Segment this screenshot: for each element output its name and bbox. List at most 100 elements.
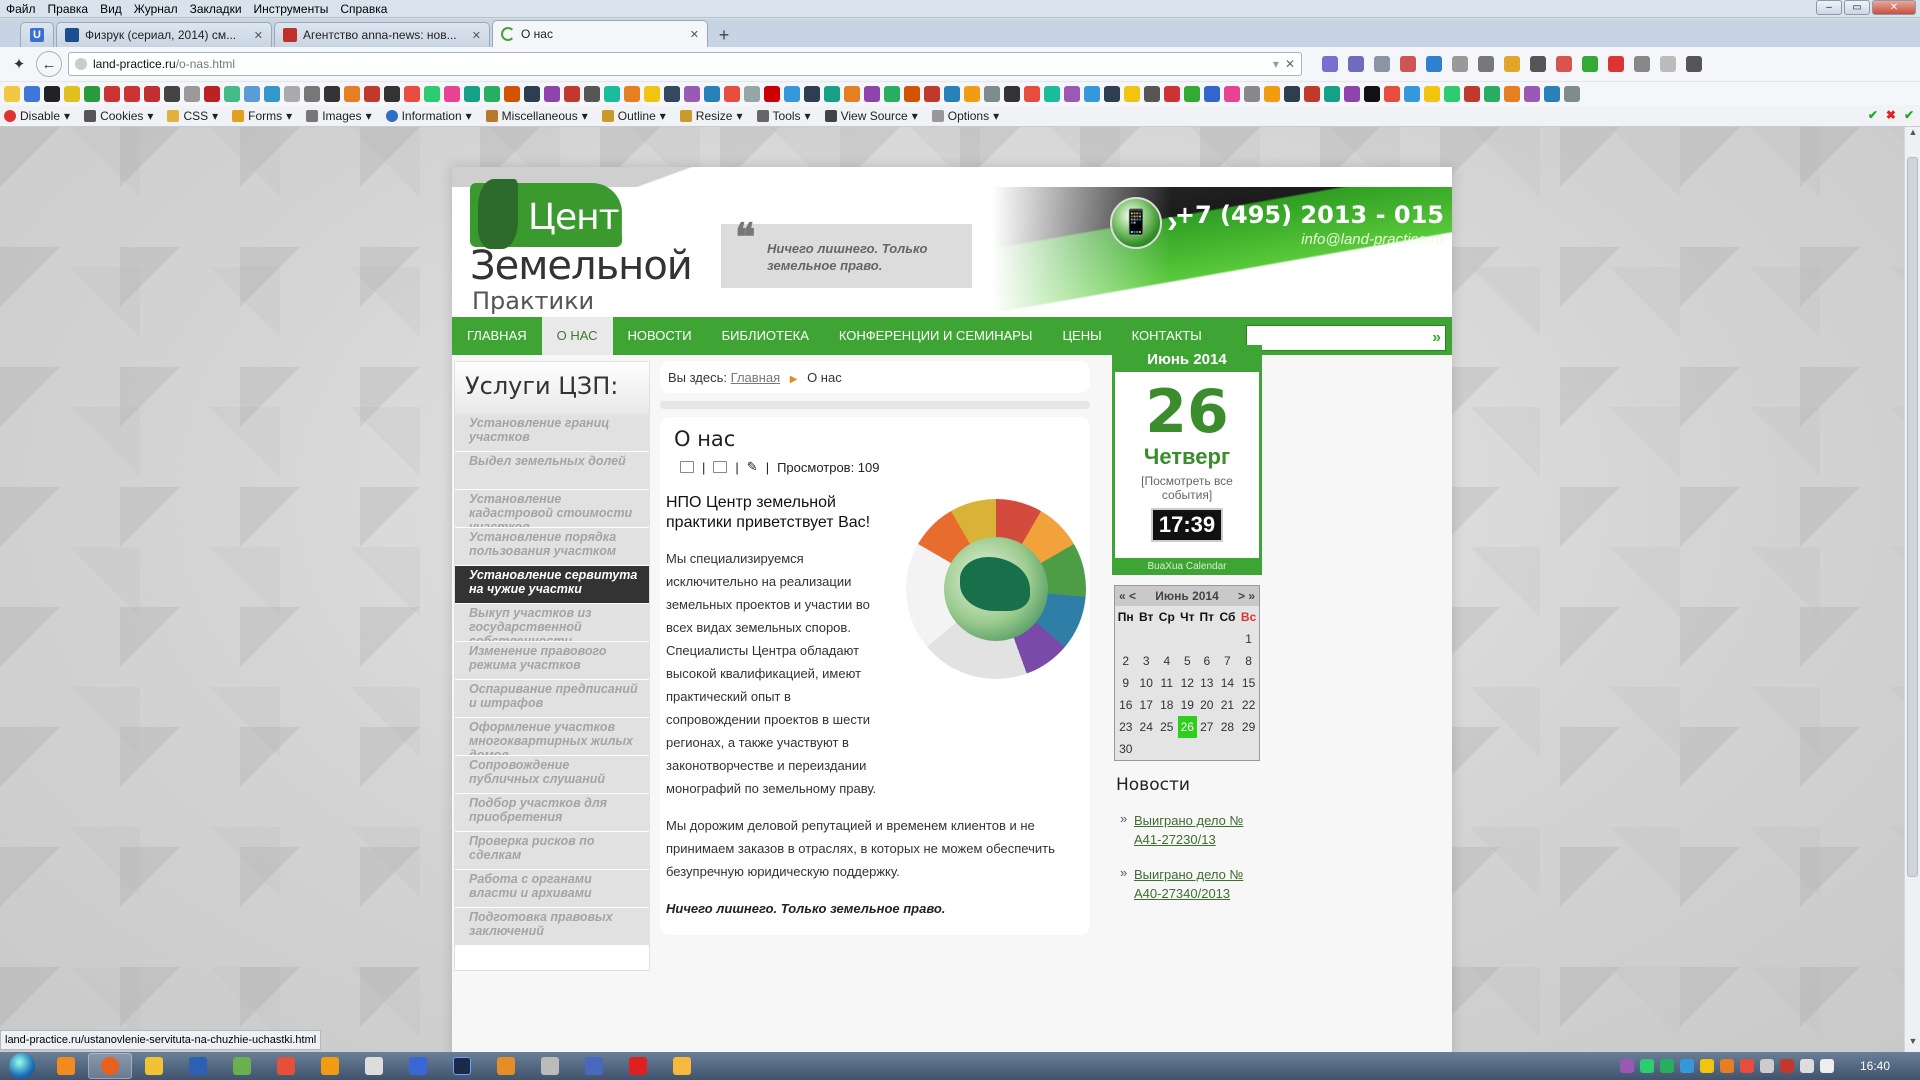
bookmark-icon[interactable] — [1464, 85, 1480, 102]
devbar-information[interactable]: Information ▾ — [385, 109, 472, 123]
menu-edit[interactable]: Правка — [42, 2, 95, 16]
service-link[interactable]: Установление порядка пользования участко… — [455, 528, 649, 566]
prev-month-button[interactable]: « < — [1119, 589, 1136, 603]
site-search-input[interactable]: » — [1246, 325, 1446, 351]
devbar-view-source[interactable]: View Source ▾ — [824, 109, 918, 123]
bookmark-icon[interactable] — [444, 85, 460, 102]
tray-icon[interactable] — [1719, 1059, 1734, 1073]
badge-icon[interactable] — [1556, 56, 1572, 72]
calendar-day[interactable]: 16 — [1115, 694, 1136, 716]
bookmark-icon[interactable] — [204, 85, 220, 102]
bookmark-icon[interactable] — [924, 85, 940, 102]
bookmark-icon[interactable] — [1084, 85, 1100, 102]
news-link[interactable]: Выиграно дело № А41-27230/13 — [1134, 813, 1243, 847]
bookmark-icon[interactable] — [304, 85, 320, 102]
bookmark-icon[interactable] — [604, 85, 620, 102]
bookmark-icon[interactable] — [984, 85, 1000, 102]
overflow-icon[interactable] — [1660, 56, 1676, 72]
volume-icon[interactable] — [1819, 1059, 1834, 1073]
pinned-tab[interactable]: U — [20, 22, 54, 47]
tray-icon[interactable] — [1639, 1059, 1654, 1073]
news-link[interactable]: Выиграно дело № А40-27340/2013 — [1134, 867, 1243, 901]
service-link[interactable]: Установление кадастровой стоимости участ… — [455, 490, 649, 528]
bookmark-icon[interactable] — [1544, 85, 1560, 102]
tray-icon[interactable] — [1659, 1059, 1674, 1073]
tray-icon[interactable] — [1699, 1059, 1714, 1073]
taskbar-app[interactable] — [660, 1053, 704, 1079]
bookmark-icon[interactable] — [1524, 85, 1540, 102]
site-logo[interactable]: Центр Земельной Практики — [470, 179, 693, 317]
service-link[interactable]: Изменение правового режима участков — [455, 642, 649, 680]
calendar-day[interactable]: 21 — [1217, 694, 1239, 716]
close-tab-icon[interactable]: ✕ — [254, 29, 263, 42]
bookmark-icon[interactable] — [724, 85, 740, 102]
service-link[interactable]: Подбор участков для приобретения — [455, 794, 649, 832]
bookmark-icon[interactable] — [944, 85, 960, 102]
devbar-forms[interactable]: Forms ▾ — [232, 109, 292, 123]
bookmark-icon[interactable] — [1164, 85, 1180, 102]
bookmark-icon[interactable] — [184, 85, 200, 102]
start-button[interactable] — [0, 1052, 44, 1080]
bookmark-icon[interactable] — [1444, 85, 1460, 102]
dropdown-icon[interactable]: ▾ — [1273, 57, 1279, 71]
calendar-day[interactable]: 2 — [1115, 650, 1136, 672]
hamburger-menu-icon[interactable] — [1686, 56, 1702, 72]
bookmark-icon[interactable] — [564, 85, 580, 102]
taskbar-app[interactable] — [264, 1053, 308, 1079]
network-icon[interactable] — [1799, 1059, 1814, 1073]
calendar-day[interactable]: 17 — [1136, 694, 1155, 716]
service-link[interactable]: Работа с органами власти и архивами — [455, 870, 649, 908]
scroll-thumb[interactable] — [1907, 157, 1918, 877]
taskbar-app[interactable] — [440, 1053, 484, 1079]
edit-icon[interactable]: ✎ — [747, 459, 758, 475]
tray-icon[interactable] — [1759, 1059, 1774, 1073]
menu-history[interactable]: Журнал — [128, 2, 184, 16]
calendar-day[interactable]: 29 — [1238, 716, 1259, 738]
next-month-button[interactable]: > » — [1238, 589, 1255, 603]
calendar-day[interactable]: 15 — [1238, 672, 1259, 694]
devbar-cookies[interactable]: Cookies ▾ — [84, 109, 153, 123]
calendar-day[interactable]: 5 — [1178, 650, 1197, 672]
taskbar-app[interactable] — [44, 1053, 88, 1079]
devbar-disable[interactable]: Disable ▾ — [4, 109, 70, 123]
bookmark-icon[interactable] — [1324, 85, 1340, 102]
bookmark-icon[interactable] — [744, 85, 760, 102]
bookmark-icon[interactable] — [1484, 85, 1500, 102]
bookmark-icon[interactable] — [904, 85, 920, 102]
cursor-icon[interactable] — [1504, 56, 1520, 72]
incognito-icon[interactable] — [1530, 56, 1546, 72]
bookmark-icon[interactable] — [404, 85, 420, 102]
tab-anna-news[interactable]: Агентство anna-news: нов... ✕ — [274, 22, 490, 47]
scroll-up-icon[interactable]: ▲ — [1905, 127, 1920, 143]
bookmark-icon[interactable] — [1064, 85, 1080, 102]
bookmark-icon[interactable] — [464, 85, 480, 102]
calendar-day[interactable]: 4 — [1156, 650, 1178, 672]
close-tab-icon[interactable]: ✕ — [472, 29, 481, 42]
bookmark-icon[interactable] — [224, 85, 240, 102]
bookmark-icon[interactable] — [24, 85, 40, 102]
bookmark-icon[interactable] — [424, 85, 440, 102]
calendar-day[interactable]: 26 — [1177, 716, 1197, 738]
email-address[interactable]: info@land-practice.ru — [1301, 231, 1444, 248]
bookmark-icon[interactable] — [1204, 85, 1220, 102]
calendar-day[interactable]: 8 — [1238, 650, 1259, 672]
bookmark-icon[interactable] — [1364, 85, 1380, 102]
bookmark-icon[interactable] — [484, 85, 500, 102]
calendar-day[interactable]: 19 — [1178, 694, 1197, 716]
grid-icon[interactable] — [1348, 56, 1364, 72]
calendar-day[interactable]: 1 — [1238, 628, 1259, 650]
bookmark-icon[interactable] — [704, 85, 720, 102]
minimize-button[interactable]: – — [1816, 0, 1842, 15]
calendar-day[interactable]: 11 — [1156, 672, 1178, 694]
bookmark-icon[interactable] — [1384, 85, 1400, 102]
calendar-day[interactable]: 13 — [1197, 672, 1217, 694]
bookmark-icon[interactable] — [884, 85, 900, 102]
taskbar-app[interactable] — [220, 1053, 264, 1079]
refresh-icon[interactable] — [1582, 56, 1598, 72]
service-link[interactable]: Оформление участков многоквартирных жилы… — [455, 718, 649, 756]
taskbar-app[interactable] — [396, 1053, 440, 1079]
bookmark-icon[interactable] — [1564, 85, 1580, 102]
bookmark-icon[interactable] — [624, 85, 640, 102]
new-tab-button[interactable]: + — [710, 23, 738, 47]
devbar-options[interactable]: Options ▾ — [931, 109, 999, 123]
